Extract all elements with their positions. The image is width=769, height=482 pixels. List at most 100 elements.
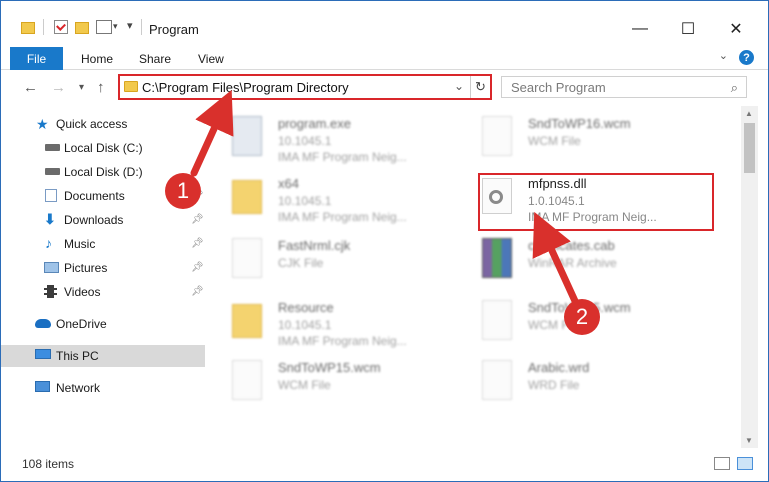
forward-button[interactable]: →	[51, 79, 66, 96]
navigation-pane: ★ Quick access Local Disk (C:) Local Dis…	[1, 106, 208, 448]
sidebar-item-pictures[interactable]: Pictures 📌︎	[1, 257, 205, 279]
sidebar-item-onedrive[interactable]: OneDrive	[1, 313, 205, 335]
document-file-icon	[232, 360, 262, 400]
refresh-button[interactable]: ↻	[470, 76, 490, 98]
large-icons-view-icon[interactable]	[737, 457, 753, 470]
search-input[interactable]: Search Program	[511, 80, 606, 95]
file-description: IMA MF Program Neig...	[278, 334, 407, 348]
back-button[interactable]: ←	[23, 79, 38, 96]
customize-icon[interactable]	[96, 20, 112, 34]
pin-icon[interactable]: 📌︎	[191, 214, 204, 225]
sidebar-item-local-disk-c[interactable]: Local Disk (C:)	[1, 137, 205, 159]
file-list: program.exe 10.1045.1 IMA MF Program Nei…	[208, 106, 741, 448]
scroll-down-icon[interactable]: ▼	[745, 436, 753, 445]
file-name: SndToWP16.wcm	[528, 116, 631, 131]
sidebar-item-network[interactable]: Network	[1, 377, 205, 399]
properties-icon[interactable]	[54, 20, 68, 34]
folder-icon	[232, 304, 262, 338]
callout-2: 2	[564, 299, 600, 335]
sidebar-item-label: OneDrive	[56, 317, 107, 331]
scroll-thumb[interactable]	[744, 123, 755, 173]
sidebar-item-downloads[interactable]: ⬇ Downloads 📌︎	[1, 209, 205, 231]
tab-file[interactable]: File	[10, 47, 63, 70]
file-item[interactable]: SndToWP16.wcm WCM File	[458, 108, 698, 164]
pin-icon[interactable]: 📌︎	[191, 286, 204, 297]
file-item[interactable]: Resource 10.1045.1 IMA MF Program Neig..…	[208, 292, 448, 348]
close-button[interactable]: ✕	[713, 15, 759, 43]
item-count: 108 items	[22, 457, 75, 471]
file-type: WinRAR Archive	[528, 256, 617, 270]
search-icon[interactable]: ⌕	[731, 80, 738, 96]
file-name: Arabic.wrd	[528, 360, 590, 375]
music-icon: ♪	[45, 235, 52, 251]
maximize-button[interactable]: ☐	[665, 15, 711, 43]
sidebar-item-label: Music	[64, 237, 96, 251]
file-item[interactable]: FastNrml.cjk CJK File	[208, 230, 448, 286]
sidebar-item-label: Local Disk (D:)	[64, 165, 143, 179]
sidebar-item-label: This PC	[56, 349, 99, 363]
pin-icon[interactable]: 📌︎	[191, 262, 204, 273]
star-icon: ★	[36, 116, 49, 132]
archive-file-icon	[482, 238, 512, 278]
tab-home[interactable]: Home	[81, 52, 113, 66]
sidebar-item-label: Documents	[64, 189, 125, 203]
file-type: CJK File	[278, 256, 324, 270]
file-item[interactable]: SndToWP15.wcm WCM File	[208, 352, 448, 408]
window-title: Program	[149, 22, 199, 37]
document-file-icon	[232, 238, 262, 278]
file-name: SndToWP15.wcm	[278, 360, 381, 375]
sidebar-item-label: Network	[56, 381, 101, 395]
file-version: 10.1045.1	[278, 318, 332, 332]
dropdown-icon[interactable]: ▾	[113, 21, 118, 32]
vertical-scrollbar[interactable]: ▲ ▼	[741, 106, 758, 448]
tab-view[interactable]: View	[198, 52, 224, 66]
tab-share[interactable]: Share	[139, 52, 171, 66]
file-item[interactable]: program.exe 10.1045.1 IMA MF Program Nei…	[208, 108, 448, 164]
document-file-icon	[482, 360, 512, 400]
recent-locations-button[interactable]: ▾	[79, 82, 84, 93]
folder-icon	[124, 81, 138, 92]
file-item[interactable]: x64 10.1045.1 IMA MF Program Neig...	[208, 168, 448, 224]
scroll-up-icon[interactable]: ▲	[745, 109, 753, 118]
help-icon[interactable]: ?	[739, 50, 754, 65]
address-path[interactable]: C:\Program Files\Program Directory	[142, 80, 349, 95]
pictures-icon	[44, 262, 59, 273]
file-type: WRD File	[528, 378, 580, 392]
file-name: x64	[278, 176, 299, 191]
file-item[interactable]: certificates.cab WinRAR Archive	[458, 230, 698, 286]
minimize-button[interactable]: —	[617, 15, 663, 43]
expand-ribbon-icon[interactable]: ⌄	[719, 49, 728, 62]
address-bar[interactable]: C:\Program Files\Program Directory ⌄ ↻	[118, 74, 492, 100]
title-bar: ▾ ▾ Program — ☐ ✕	[1, 1, 768, 45]
new-folder-icon[interactable]	[75, 22, 89, 34]
file-name: program.exe	[278, 116, 351, 131]
details-view-icon[interactable]	[714, 457, 730, 470]
sidebar-item-this-pc[interactable]: This PC	[1, 345, 205, 367]
file-item[interactable]: Arabic.wrd WRD File	[458, 352, 698, 408]
drive-icon	[45, 144, 60, 151]
chevron-down-icon[interactable]: ⌄	[454, 79, 464, 93]
folder-icon	[232, 180, 262, 214]
file-type: WCM File	[528, 134, 581, 148]
network-icon	[35, 381, 50, 392]
explorer-window: ▾ ▾ Program — ☐ ✕ File Home Share View ⌄…	[0, 0, 769, 482]
sidebar-item-label: Quick access	[56, 117, 128, 131]
document-file-icon	[482, 116, 512, 156]
cloud-icon	[35, 319, 51, 328]
up-button[interactable]: ↑	[97, 79, 105, 96]
sidebar-item-music[interactable]: ♪ Music 📌︎	[1, 233, 205, 255]
document-file-icon	[482, 300, 512, 340]
file-version: 10.1045.1	[278, 194, 332, 208]
file-name: Resource	[278, 300, 334, 315]
sidebar-item-videos[interactable]: Videos 📌︎	[1, 281, 205, 303]
divider	[43, 19, 44, 35]
search-box[interactable]: Search Program ⌕	[501, 76, 747, 98]
sidebar-item-label: Local Disk (C:)	[64, 141, 143, 155]
file-version: 10.1045.1	[278, 134, 332, 148]
pin-icon[interactable]: 📌︎	[191, 238, 204, 249]
qa-toolbar-chevron-icon[interactable]: ▾	[127, 19, 133, 32]
videos-icon	[44, 285, 57, 298]
sidebar-item-label: Videos	[64, 285, 101, 299]
sidebar-item-quick-access[interactable]: ★ Quick access	[1, 113, 205, 135]
highlight-box	[478, 173, 714, 231]
